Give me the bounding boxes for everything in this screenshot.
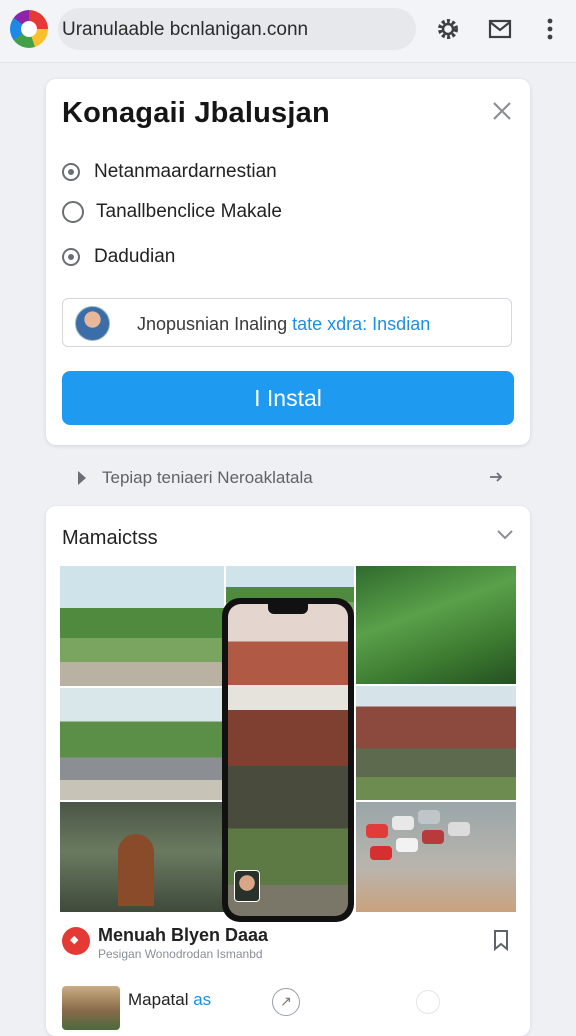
door-shape	[118, 834, 154, 906]
car	[418, 810, 440, 824]
more-vert-icon[interactable]	[536, 15, 564, 43]
option-3[interactable]: Dadudian	[62, 244, 175, 270]
media-card: Mamaictss Menuah Blyen Daaa Pesigan Wono…	[46, 506, 530, 1036]
address-bar[interactable]: Uranulaable bcnlanigan.conn	[58, 8, 416, 50]
settings-icon[interactable]	[434, 15, 462, 43]
bookmark-icon[interactable]	[492, 929, 510, 956]
dialog-title: Konagaii Jbalusjan	[62, 97, 330, 129]
photo-tiled-roof[interactable]	[356, 686, 516, 800]
option-1[interactable]: Netanmaardarnestian	[62, 159, 277, 185]
brand-badge-icon	[62, 927, 90, 955]
phone-notch	[268, 604, 308, 614]
radio-button[interactable]	[62, 201, 84, 223]
install-dialog: Konagaii Jbalusjan Netanmaardarnestian T…	[46, 79, 530, 445]
photo-parking-lot[interactable]	[356, 802, 516, 912]
photo-banana-leaves[interactable]	[356, 566, 516, 684]
phone-mockup[interactable]	[222, 598, 354, 922]
radio-button-selected[interactable]	[62, 163, 80, 181]
install-button[interactable]: I Instal	[62, 371, 514, 425]
car	[392, 816, 414, 830]
address-bar-text: Uranulaable bcnlanigan.conn	[62, 19, 309, 40]
option-3-label: Dadudian	[94, 246, 176, 267]
phone-screen	[228, 604, 348, 916]
account-field[interactable]: Jnopusnian Inaling tate xdra: Insdian	[62, 298, 512, 347]
close-icon[interactable]	[490, 99, 514, 123]
account-field-text-plain: Jnopusnian Inaling	[137, 314, 293, 334]
browser-top-bar: Uranulaable bcnlanigan.conn	[0, 0, 576, 63]
avatar	[75, 306, 110, 341]
share-icon[interactable]: ↗	[272, 988, 300, 1016]
car	[370, 846, 392, 860]
photo-arched-gate[interactable]	[60, 802, 224, 912]
option-2[interactable]: Tanallbenclice Makale	[62, 199, 282, 225]
mail-icon[interactable]	[486, 15, 514, 43]
account-field-text: Jnopusnian Inaling tate xdra: Insdian	[137, 314, 430, 335]
listing-row[interactable]: Menuah Blyen Daaa Pesigan Wonodrodan Ism…	[60, 922, 516, 966]
avatar	[234, 870, 260, 902]
info-icon[interactable]	[416, 990, 440, 1014]
photo-palm-courtyard[interactable]	[60, 566, 224, 686]
listing-2-title: Mapatal as	[128, 990, 211, 1010]
listing-subtitle: Pesigan Wonodrodan Ismanbd	[98, 947, 263, 961]
car	[422, 830, 444, 844]
listing-2-title-highlight: as	[193, 990, 212, 1009]
car	[448, 822, 470, 836]
car	[366, 824, 388, 838]
chevron-down-icon[interactable]	[496, 528, 514, 546]
app-logo-icon[interactable]	[10, 10, 48, 48]
option-2-label: Tanallbenclice Makale	[96, 201, 282, 222]
pin-icon	[74, 469, 90, 492]
radio-button-selected[interactable]	[62, 248, 80, 266]
hint-row[interactable]: Tepiap teniaeri Neroaklatala	[74, 466, 504, 490]
media-card-title: Mamaictss	[62, 527, 158, 549]
listing-row-2[interactable]: Mapatal as ↗	[60, 986, 516, 1030]
option-1-label: Netanmaardarnestian	[94, 161, 277, 182]
hint-text: Tepiap teniaeri Neroaklatala	[102, 468, 313, 487]
photo-street-cars[interactable]	[60, 688, 224, 800]
account-field-text-link[interactable]: tate xdra: Insdian	[292, 314, 430, 334]
car	[396, 838, 418, 852]
listing-title: Menuah Blyen Daaa	[98, 925, 269, 945]
thumbnail	[62, 986, 120, 1030]
listing-2-title-plain: Mapatal	[128, 990, 194, 1009]
arrow-right-icon[interactable]	[488, 469, 504, 490]
